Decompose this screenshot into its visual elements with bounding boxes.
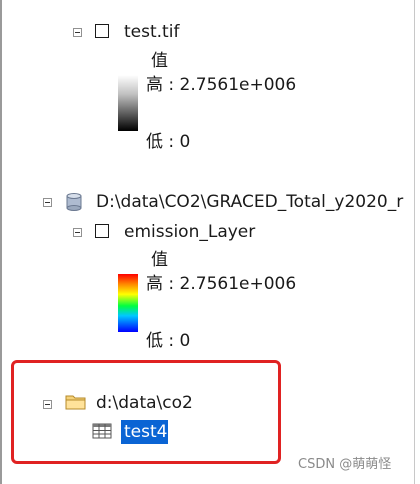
watermark: CSDN @萌萌怪: [298, 457, 392, 472]
legend-high-value: 高 : 2.7561e+006: [146, 75, 297, 95]
red-highlight-annotation: [11, 360, 281, 464]
visibility-checkbox-test-tif[interactable]: [95, 24, 109, 38]
collapse-toggle-test-tif[interactable]: [73, 28, 82, 37]
panel-scrollbar-edge: [414, 0, 415, 484]
legend-low-value: 低 : 0: [146, 331, 191, 351]
legend-high-value: 高 : 2.7561e+006: [146, 274, 297, 294]
layer-name-emission-layer[interactable]: emission_Layer: [124, 222, 255, 242]
rainbow-color-ramp: [118, 274, 138, 332]
legend-low-value: 低 : 0: [146, 132, 191, 152]
layer-name-test-tif[interactable]: test.tif: [124, 22, 179, 42]
legend-header: 值: [151, 51, 168, 71]
panel-left-border: [0, 0, 2, 484]
collapse-toggle-database[interactable]: [43, 198, 52, 207]
collapse-toggle-emission-layer[interactable]: [73, 228, 82, 237]
visibility-checkbox-emission-layer[interactable]: [95, 224, 109, 238]
database-path[interactable]: D:\data\CO2\GRACED_Total_y2020_r: [96, 192, 403, 212]
database-icon: [66, 193, 82, 211]
grayscale-color-ramp: [118, 75, 138, 131]
legend-header: 值: [151, 250, 168, 270]
